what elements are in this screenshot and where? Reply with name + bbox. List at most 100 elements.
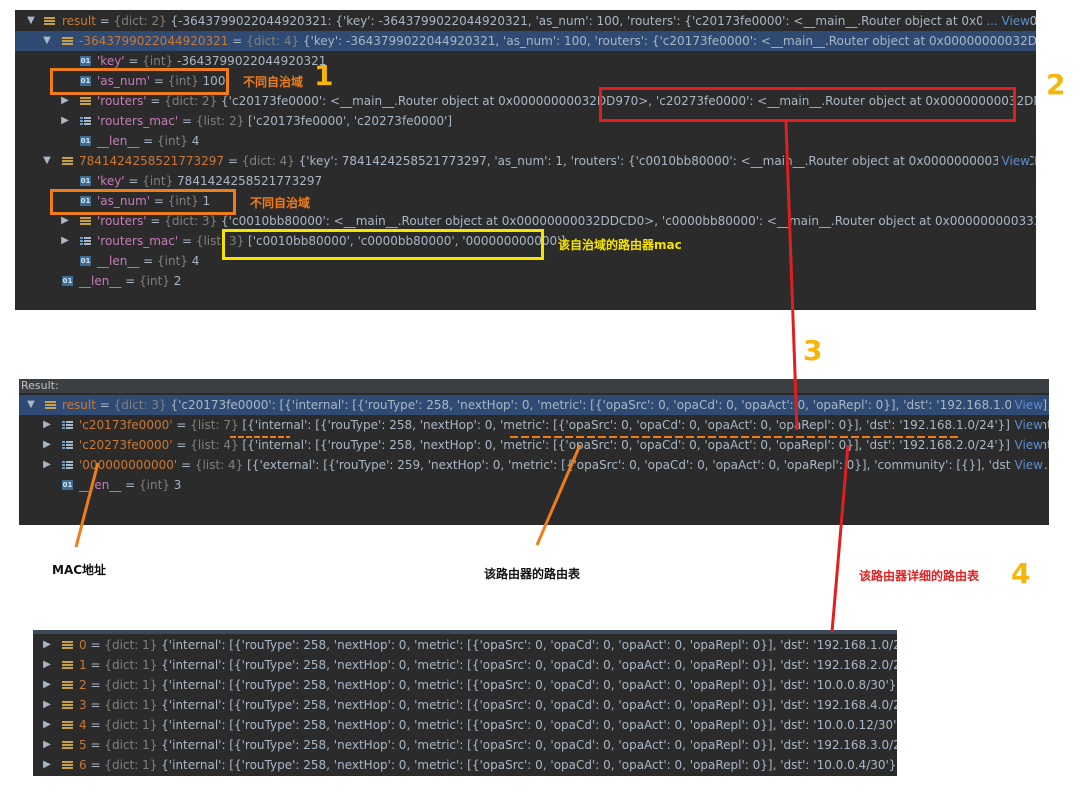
tree-row-len[interactable]: 01 __len__ = {int} 3 [19, 475, 1049, 495]
annotation-diff-as-1: 不同自治域 [243, 75, 304, 89]
tree-row-router[interactable]: ▶ 'c20173fe0000' = {list: 7} [{'internal… [19, 415, 1049, 435]
tree-row-selected[interactable]: ▼ -3643799022044920321 = {dict: 4} {'key… [15, 31, 1036, 51]
list-item[interactable]: ▶ 1 = {dict: 1} {'internal': [{'rouType'… [33, 655, 897, 675]
var-value: 4 [191, 134, 200, 148]
var-type: {list: 4} [194, 458, 244, 472]
annotation-diff-as-2: 不同自治域 [250, 196, 311, 210]
dict-icon [62, 660, 73, 670]
var-type: {dict: 3} [113, 398, 167, 412]
var-type: {list: 2} [195, 114, 245, 128]
var-type: {int} [142, 174, 174, 188]
chevron-right-icon[interactable]: ▶ [59, 231, 71, 251]
var-name: __len__ [79, 274, 122, 288]
dict-icon [62, 760, 73, 770]
dict-icon [62, 740, 73, 750]
annotation-route-table-detail: 该路由器详细的路由表 [859, 569, 980, 583]
tree-row-router[interactable]: ▶ '000000000000' = {list: 4} [{'external… [19, 455, 1049, 475]
var-name: __len__ [97, 134, 140, 148]
tree-row-len[interactable]: 01 __len__ = {int} 4 [15, 131, 1036, 151]
var-type: {list: 7} [190, 418, 239, 432]
var-type: {list: 4} [190, 438, 239, 452]
annotation-number-1: 1 [314, 59, 334, 92]
var-value: {'c20173fe0000': [{'internal': [{'rouTyp… [170, 398, 1049, 412]
view-link[interactable]: View [1010, 415, 1043, 435]
dict-icon [62, 640, 73, 650]
chevron-right-icon[interactable]: ▶ [41, 435, 53, 455]
view-link[interactable]: View [1010, 395, 1043, 415]
list-icon [80, 116, 91, 126]
var-name: 2 [79, 678, 87, 692]
var-value: {'c0010bb80000': <__main__.Router object… [221, 214, 1036, 228]
var-name: 'c20273fe0000' [79, 438, 173, 452]
var-type: {dict: 1} [104, 658, 158, 672]
chevron-right-icon[interactable]: ▶ [41, 755, 53, 775]
chevron-right-icon[interactable]: ▶ [41, 655, 53, 675]
var-type: {dict: 3} [164, 214, 218, 228]
chevron-down-icon[interactable]: ▼ [25, 11, 37, 31]
chevron-right-icon[interactable]: ▶ [41, 635, 53, 655]
list-item[interactable]: ▶ 6 = {dict: 1} {'internal': [{'rouType'… [33, 755, 897, 775]
list-item[interactable]: ▶ 4 = {dict: 1} {'internal': [{'rouType'… [33, 715, 897, 735]
var-value: 3 [173, 478, 182, 492]
tree-row-as-entry[interactable]: ▼ 7841424258521773297 = {dict: 4} {'key'… [15, 151, 1036, 171]
var-value: {'internal': [{'rouType': 258, 'nextHop'… [161, 638, 897, 652]
var-name: 'c20173fe0000' [79, 418, 173, 432]
var-name: '000000000000' [79, 458, 178, 472]
tree-row-key[interactable]: 01 'key' = {int} 7841424258521773297 [15, 171, 1036, 191]
chevron-right-icon[interactable]: ▶ [41, 675, 53, 695]
list-icon [62, 440, 73, 450]
view-link[interactable]: View [997, 151, 1030, 171]
int-icon: 01 [80, 56, 91, 66]
view-link[interactable]: View [1010, 455, 1043, 475]
dict-icon [62, 720, 73, 730]
dict-icon [44, 16, 55, 26]
int-icon: 01 [62, 480, 73, 490]
list-item[interactable]: ▶ 5 = {dict: 1} {'internal': [{'rouType'… [33, 735, 897, 755]
var-name: 'key' [97, 174, 125, 188]
chevron-right-icon[interactable]: ▶ [41, 735, 53, 755]
chevron-down-icon[interactable]: ▼ [25, 395, 37, 415]
tree-row-len[interactable]: 01 __len__ = {int} 2 [15, 271, 1036, 291]
var-name: __len__ [97, 254, 140, 268]
var-value: {'internal': [{'rouType': 258, 'nextHop'… [161, 658, 897, 672]
int-icon: 01 [80, 256, 91, 266]
var-value: ['c20173fe0000', 'c20273fe0000'] [248, 114, 453, 128]
tree-row-result[interactable]: ▼ result = {dict: 3} {'c20173fe0000': [{… [19, 395, 1049, 415]
var-value: {'internal': [{'rouType': 258, 'nextHop'… [161, 758, 897, 772]
annotation-number-3: 3 [803, 334, 823, 367]
list-item[interactable]: ▶ 0 = {dict: 1} {'internal': [{'rouType'… [33, 635, 897, 655]
tree-row-router[interactable]: ▶ 'c20273fe0000' = {list: 4} [{'internal… [19, 435, 1049, 455]
int-icon: 01 [80, 136, 91, 146]
view-link[interactable]: View [1010, 435, 1043, 455]
var-name: -3643799022044920321 [79, 34, 229, 48]
var-name: 0 [79, 638, 87, 652]
list-item[interactable]: ▶ 3 = {dict: 1} {'internal': [{'rouType'… [33, 695, 897, 715]
var-value: 7841424258521773297 [177, 174, 323, 188]
var-type: {dict: 1} [104, 678, 158, 692]
dict-icon [45, 400, 56, 410]
highlight-box-as-num-1 [50, 68, 229, 95]
top-scroll-edge [33, 630, 897, 634]
chevron-right-icon[interactable]: ▶ [59, 111, 71, 131]
chevron-right-icon[interactable]: ▶ [41, 715, 53, 735]
chevron-down-icon[interactable]: ▼ [41, 151, 53, 171]
tree-row-result[interactable]: ▼ result = {dict: 2} {-36437990220449203… [15, 11, 1036, 31]
var-name: 7841424258521773297 [79, 154, 225, 168]
chevron-right-icon[interactable]: ▶ [41, 455, 53, 475]
var-value: {-3643799022044920321: {'key': -36437990… [170, 14, 1036, 28]
var-type: {dict: 2} [113, 14, 167, 28]
list-item[interactable]: ▶ 2 = {dict: 1} {'internal': [{'rouType'… [33, 675, 897, 695]
chevron-right-icon[interactable]: ▶ [41, 415, 53, 435]
var-name: 'routers' [97, 214, 147, 228]
chevron-right-icon[interactable]: ▶ [41, 695, 53, 715]
list-icon [62, 460, 73, 470]
list-icon [80, 236, 91, 246]
view-link[interactable]: ... View [982, 11, 1030, 31]
var-value: {'internal': [{'rouType': 258, 'nextHop'… [161, 718, 897, 732]
debugger-variables-panel-1: ▼ result = {dict: 2} {-36437990220449203… [15, 10, 1036, 310]
var-value: {'internal': [{'rouType': 258, 'nextHop'… [161, 678, 897, 692]
var-name: 'routers_mac' [97, 234, 179, 248]
var-name: 'routers' [97, 94, 147, 108]
var-type: {dict: 4} [246, 34, 300, 48]
chevron-down-icon[interactable]: ▼ [41, 31, 53, 51]
